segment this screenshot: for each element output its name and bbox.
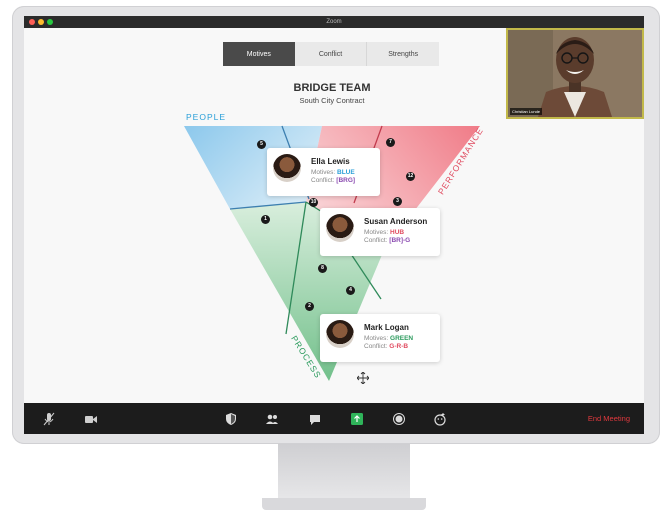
marker-badge[interactable]: 4 xyxy=(346,286,355,295)
monitor-stand xyxy=(278,444,410,500)
move-cursor-icon xyxy=(357,372,369,384)
participants-icon[interactable] xyxy=(265,412,279,426)
person-name: Mark Logan xyxy=(364,323,409,332)
conflict-label: Conflict: xyxy=(364,237,388,244)
marker-badge[interactable]: 2 xyxy=(305,302,314,311)
reactions-icon[interactable] xyxy=(433,412,447,426)
marker-badge[interactable]: 3 xyxy=(393,197,402,206)
motives-value: GREEN xyxy=(390,335,414,342)
meeting-toolbar: End Meeting xyxy=(24,403,644,434)
conflict-value: [BRG] xyxy=(336,177,356,184)
person-name: Susan Anderson xyxy=(364,217,428,226)
person-card[interactable]: Mark Logan Motives: GREEN Conflict: G-R-… xyxy=(320,314,440,362)
participant-avatar-icon xyxy=(508,30,642,117)
person-name: Ella Lewis xyxy=(311,157,350,166)
marker-badge[interactable]: 10 xyxy=(309,198,318,207)
marker-badge[interactable]: 8 xyxy=(318,264,327,273)
participant-name: Christian Lunde xyxy=(510,108,543,115)
security-shield-icon[interactable] xyxy=(224,412,238,426)
person-motives: Motives: GREEN xyxy=(364,335,413,342)
conflict-value: [BR]-G xyxy=(389,237,411,244)
avatar xyxy=(273,154,301,182)
participant-video-tile[interactable]: Christian Lunde xyxy=(506,28,644,119)
marker-badge[interactable]: 5 xyxy=(257,140,266,149)
person-card[interactable]: Ella Lewis Motives: BLUE Conflict: [BRG] xyxy=(267,148,380,196)
end-meeting-button[interactable]: End Meeting xyxy=(588,403,630,434)
conflict-label: Conflict: xyxy=(311,177,335,184)
person-conflict: Conflict: [BRG] xyxy=(311,177,355,184)
person-conflict: Conflict: [BR]-G xyxy=(364,237,410,244)
motives-label: Motives: xyxy=(364,335,389,342)
motives-label: Motives: xyxy=(364,229,389,236)
share-screen-icon[interactable] xyxy=(350,412,364,426)
chat-icon[interactable] xyxy=(308,412,322,426)
monitor-stand-base xyxy=(262,498,426,510)
person-motives: Motives: BLUE xyxy=(311,169,355,176)
video-camera-icon[interactable] xyxy=(84,412,98,426)
conflict-value: G-R-B xyxy=(389,343,409,350)
marker-badge[interactable]: 12 xyxy=(406,172,415,181)
marker-badge[interactable]: 7 xyxy=(386,138,395,147)
record-icon[interactable] xyxy=(392,412,406,426)
microphone-icon[interactable] xyxy=(42,412,56,426)
zoom-screen: Zoom Motives Conflict Strengths BRIDGE T… xyxy=(24,16,644,434)
marker-badge[interactable]: 1 xyxy=(261,215,270,224)
person-card[interactable]: Susan Anderson Motives: HUB Conflict: [B… xyxy=(320,208,440,256)
label-people: PEOPLE xyxy=(186,112,227,122)
person-motives: Motives: HUB xyxy=(364,229,404,236)
motives-value: HUB xyxy=(390,229,405,236)
conflict-label: Conflict: xyxy=(364,343,388,350)
person-conflict: Conflict: G-R-B xyxy=(364,343,408,350)
avatar xyxy=(326,320,354,348)
motives-value: BLUE xyxy=(337,169,355,176)
motives-label: Motives: xyxy=(311,169,336,176)
avatar xyxy=(326,214,354,242)
